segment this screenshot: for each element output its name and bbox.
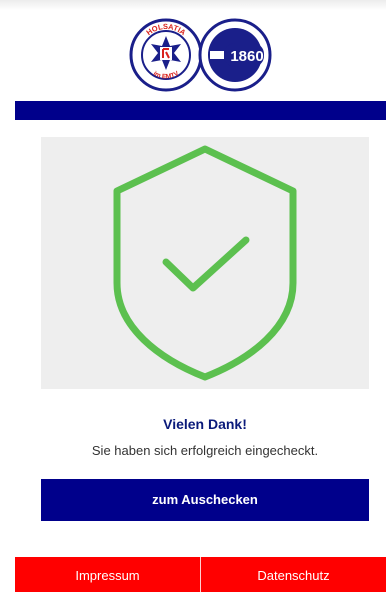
logo-right-text: 1860 [230,48,263,65]
emtv-1860-logo: 1860 [198,18,272,92]
shield-check-icon [113,145,297,381]
checkout-button[interactable]: zum Auschecken [41,479,369,521]
checkin-confirmation-page: HOLSATIA im EMTV 1860 Vielen Dank! Sie h… [0,0,386,592]
top-shadow [0,0,386,10]
footer-bar: Impressum Datenschutz [15,557,386,592]
footer-link-datenschutz[interactable]: Datenschutz [201,557,386,592]
club-logos: HOLSATIA im EMTV 1860 [0,16,386,94]
holsatia-logo: HOLSATIA im EMTV [129,18,203,92]
footer-link-impressum[interactable]: Impressum [15,557,200,592]
confirmation-message: Sie haben sich erfolgreich eingecheckt. [91,443,319,458]
status-panel [41,137,369,389]
header-bar [15,101,386,120]
confirmation-title: Vielen Dank! [163,416,247,432]
